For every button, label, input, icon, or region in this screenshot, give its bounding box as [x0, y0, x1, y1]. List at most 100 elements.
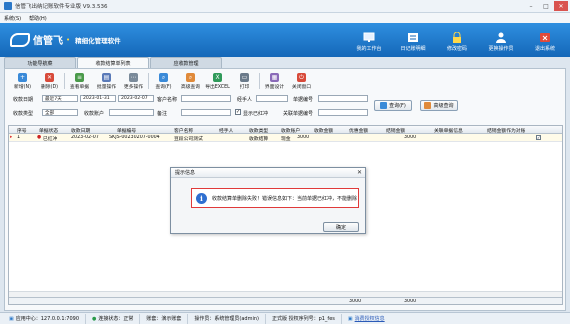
search-button[interactable]: ⌕ 查询(F): [150, 72, 177, 90]
app-icon: [4, 2, 12, 10]
column-header[interactable]: 关联单据信息: [434, 127, 463, 134]
date-range-select[interactable]: 最近7天: [42, 95, 78, 102]
dialog-message: 收款结算单删除失败！错误信息如下：当前单据已红冲，不能删除: [212, 195, 358, 202]
delete-icon: ✕: [45, 73, 54, 82]
customer-label: 客户名称: [157, 97, 178, 103]
column-header[interactable]: 结销金额作为对账: [487, 127, 525, 134]
doc-no-input[interactable]: [318, 95, 368, 102]
lock-icon: [451, 31, 463, 43]
logo-mark: [10, 32, 30, 47]
query-button[interactable]: 查询(F): [374, 100, 412, 111]
related-doc-input[interactable]: [318, 109, 368, 116]
account-input[interactable]: [109, 109, 154, 116]
ledger-icon: [407, 31, 419, 43]
note-input[interactable]: [181, 109, 231, 116]
table-row[interactable]: ▸ 1 ● 已红冲 2023-02-07 SKJS-00230207-0004 …: [9, 134, 562, 142]
column-header[interactable]: 客户名称: [174, 127, 193, 134]
layout-icon: ▦: [270, 73, 279, 82]
type-select[interactable]: 全部: [42, 109, 78, 116]
menu-help[interactable]: 帮助(H): [29, 15, 47, 22]
export-excel-button[interactable]: X 导出EXCEL: [204, 72, 231, 90]
customer-input[interactable]: [181, 95, 231, 102]
date-from-input[interactable]: 2023-01-31: [80, 95, 116, 102]
print-button[interactable]: ▭ 打印: [231, 72, 258, 90]
grid-footer: 3000 3000: [9, 297, 562, 304]
toolbar: + 新增(N) ✕ 删除(D) ≡ 查看单据 ▤ 批量操作 ⋯ 更多操作 ⌕ 查询(F) ⌕…: [9, 72, 315, 90]
tab-receivables[interactable]: 应收款管理: [150, 57, 222, 68]
date-to-input[interactable]: 2023-02-07: [118, 95, 154, 102]
layout-design-button[interactable]: ▦ 界面设计: [261, 72, 288, 90]
more-button[interactable]: ⋯ 更多操作: [120, 72, 147, 90]
operator-status: 操作员：系统管理员(admin): [188, 313, 266, 324]
dialog-close-icon[interactable]: ✕: [357, 169, 362, 176]
row-pointer-icon: ▸: [10, 135, 13, 140]
show-voided-checkbox[interactable]: ✓: [235, 109, 241, 115]
column-header[interactable]: 优惠金额: [349, 127, 368, 134]
maximize-icon[interactable]: □: [539, 1, 553, 11]
exit-icon: [539, 31, 551, 43]
info-icon: i: [196, 192, 207, 204]
top-buttons: 我的工作台 日记账明细 修改密码 更换操作员 退出系统: [350, 31, 564, 52]
workbench-button[interactable]: 我的工作台: [350, 31, 388, 52]
exit-button[interactable]: 退出系统: [526, 31, 564, 52]
handler-input[interactable]: [256, 95, 288, 102]
related-doc-label: 关联单据编号: [283, 111, 314, 117]
ok-button[interactable]: 确定: [323, 222, 359, 232]
logo: 信管飞 • 精细化管理软件: [10, 32, 121, 47]
change-password-button[interactable]: 修改密码: [438, 31, 476, 52]
dialog-title-bar: 提示信息 ✕: [171, 168, 365, 178]
note-label: 备注: [157, 111, 168, 117]
close-icon[interactable]: ✕: [554, 1, 568, 11]
batch-icon: ▤: [102, 73, 111, 82]
delete-button[interactable]: ✕ 删除(D): [36, 72, 63, 90]
status-bar: ▣ 应用中心：127.0.0.1:7090 ● 连接状态：正常 账套：演示账套 操作…: [0, 312, 570, 324]
column-header[interactable]: 收款账户: [281, 127, 300, 134]
journal-detail-button[interactable]: 日记账明细: [394, 31, 432, 52]
column-header[interactable]: 单据编号: [117, 127, 136, 134]
banner: 信管飞 • 精细化管理软件 我的工作台 日记账明细 修改密码 更换操作员 退出系…: [0, 23, 570, 57]
brand-name: 信管飞: [33, 36, 63, 47]
switch-operator-button[interactable]: 更换操作员: [482, 31, 520, 52]
account-set-status: 账套：演示账套: [140, 313, 189, 324]
monitor-icon: [363, 31, 375, 43]
minimize-icon[interactable]: –: [524, 1, 538, 11]
server-status: ▣ 应用中心：127.0.0.1:7090: [3, 313, 86, 324]
column-header[interactable]: 收款类型: [249, 127, 268, 134]
handler-label: 经手人: [237, 97, 253, 103]
tab-receipt-list[interactable]: 收款结算单列表: [77, 57, 149, 68]
column-header[interactable]: 单据状态: [39, 127, 58, 134]
reconcile-checkbox[interactable]: ✓: [536, 135, 541, 140]
amount-total: 3000: [349, 299, 362, 304]
type-label: 收款类型: [13, 111, 34, 117]
printer-icon: ▭: [240, 73, 249, 82]
column-header[interactable]: 收款金额: [314, 127, 333, 134]
menu-bar: 系统(S) 帮助(H): [0, 13, 570, 23]
column-header[interactable]: 经手人: [219, 127, 233, 134]
column-header[interactable]: 序号: [17, 127, 27, 134]
settle-total: 3000: [404, 299, 417, 304]
more-icon: ⋯: [129, 73, 138, 82]
license-link[interactable]: ▣ 消费授权信息: [342, 314, 391, 324]
menu-system[interactable]: 系统(S): [4, 15, 21, 22]
batch-button[interactable]: ▤ 批量操作: [93, 72, 120, 90]
column-header[interactable]: 结销金额: [386, 127, 405, 134]
advanced-search-button[interactable]: ⌕ 高级查询: [177, 72, 204, 90]
view-doc-button[interactable]: ≡ 查看单据: [66, 72, 93, 90]
title-bar: 信管飞出纳记账软件专业版 V9.3.536 – □ ✕: [0, 0, 570, 13]
excel-icon: X: [213, 73, 222, 82]
advanced-query-button[interactable]: 高级查询: [420, 100, 458, 111]
user-icon: [495, 31, 507, 43]
add-icon: +: [18, 73, 27, 82]
dialog-message-box: i 收款结算单删除失败！错误信息如下：当前单据已红冲，不能删除: [191, 188, 359, 208]
column-header[interactable]: 收款日期: [71, 127, 90, 134]
edition-status: 正式版 授权序列号：p1_fes: [266, 313, 342, 324]
connection-status: ● 连接状态：正常: [86, 313, 141, 324]
status-badge: 已红冲: [43, 137, 58, 142]
filter-icon: [424, 102, 432, 109]
add-button[interactable]: + 新增(N): [9, 72, 36, 90]
account-label: 收款账户: [84, 111, 105, 117]
tab-nav-menu[interactable]: 功能导航菜: [4, 57, 76, 68]
document-icon: ≡: [75, 73, 84, 82]
close-window-button[interactable]: ⏻ 关闭窗口: [288, 72, 315, 90]
close-window-icon: ⏻: [297, 73, 306, 82]
